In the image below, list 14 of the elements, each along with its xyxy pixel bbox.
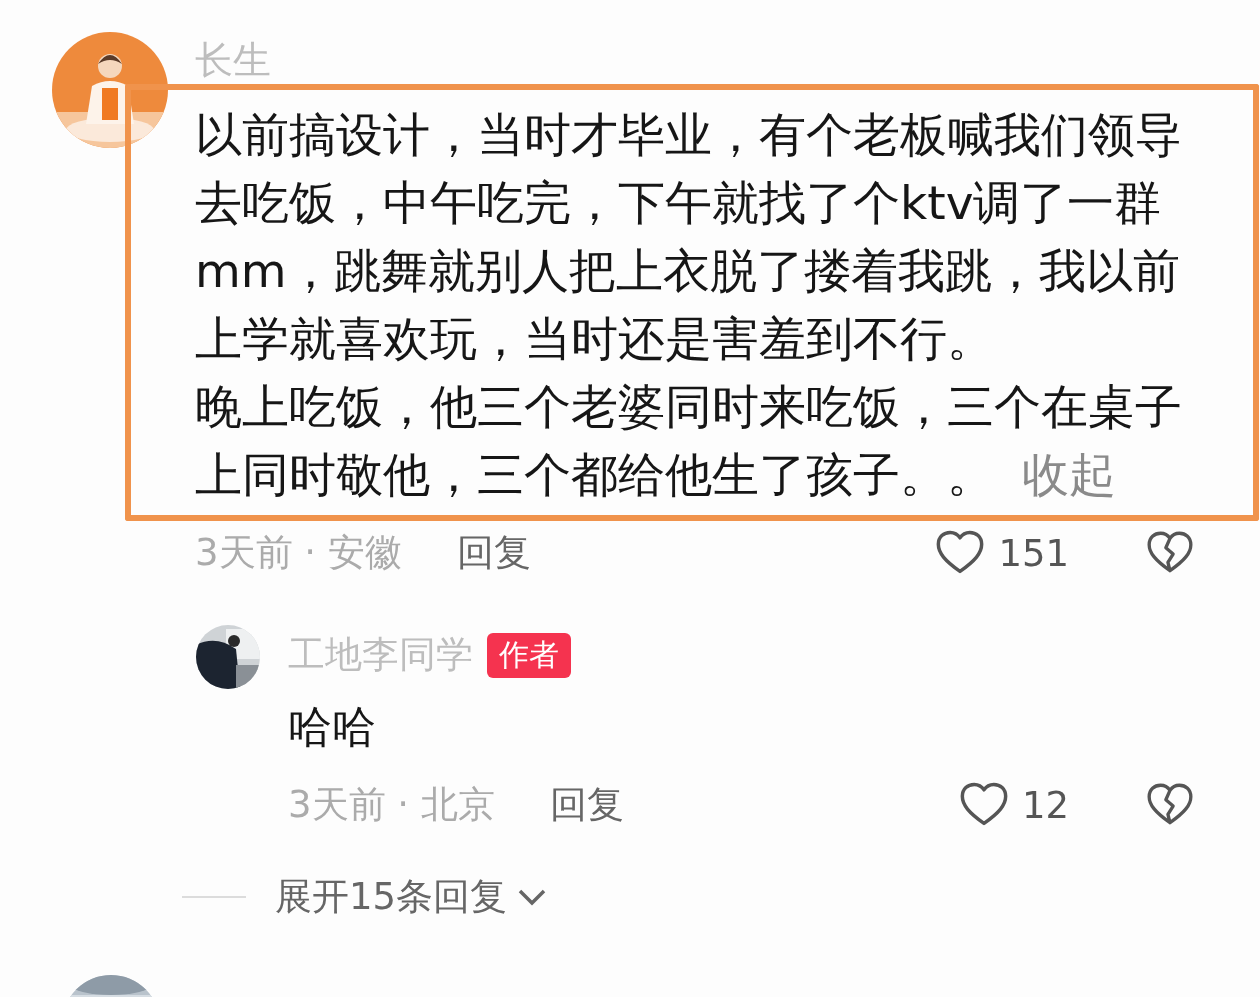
reply-text: 哈哈	[288, 700, 377, 754]
expand-replies-button[interactable]: 展开15条回复	[275, 872, 548, 922]
reply-meta: 3天前 · 北京	[288, 782, 495, 828]
author-badge: 作者	[487, 632, 571, 678]
chevron-down-icon	[517, 887, 548, 907]
reply-link[interactable]: 回复	[549, 780, 624, 830]
comment-meta: 3天前 · 安徽	[195, 530, 402, 576]
like-count: 12	[1021, 783, 1069, 827]
author-name: 长生	[195, 40, 272, 80]
reply-link[interactable]: 回复	[456, 528, 531, 578]
author-name: 工地李同学	[288, 632, 473, 678]
collapse-link[interactable]: 收起	[1022, 447, 1116, 502]
comment-text: 以前搞设计，当时才毕业，有个老板喊我们领导去吃饭，中午吃完，下午就找了个ktv调了一群mm，跳舞就别人把上衣脱了搂着我跳，我以前上学就喜欢玩，当时还是害羞到不行。 晚上吃饭，他三个老婆同时来吃饭，三个在桌子上同时敬他，三个都给他生了孩子。。 收起	[195, 106, 1183, 504]
like-count: 151	[998, 531, 1069, 575]
